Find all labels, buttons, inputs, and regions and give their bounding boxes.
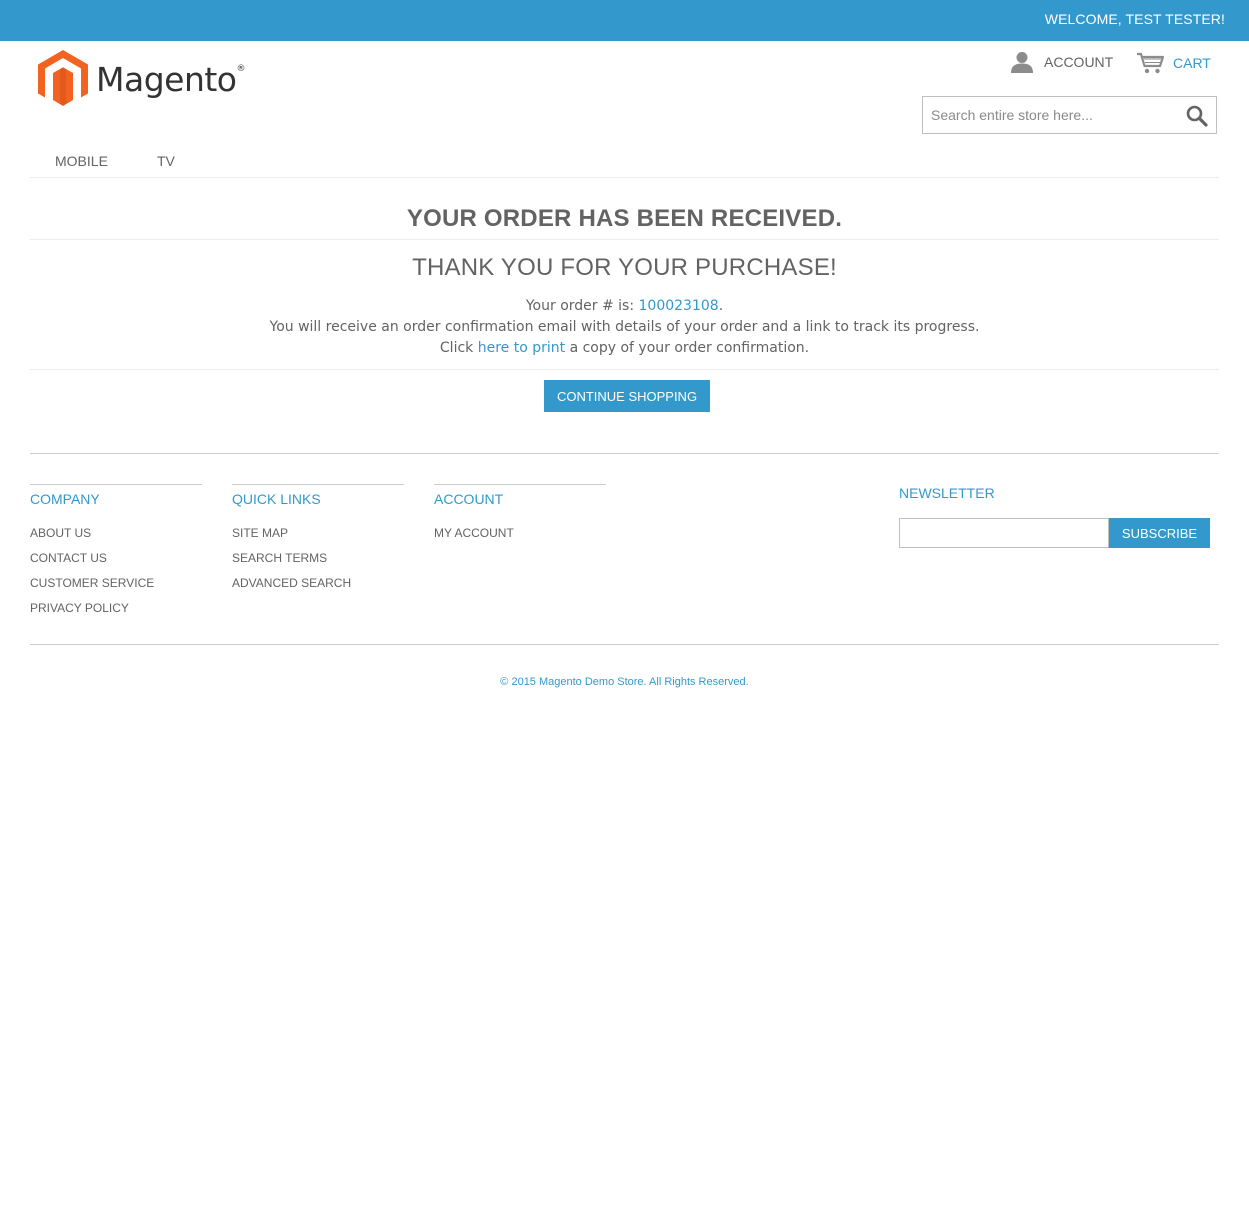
continue-shopping-button[interactable]: CONTINUE SHOPPING: [544, 380, 710, 412]
footer-column-company: COMPANY ABOUT US CONTACT US CUSTOMER SER…: [30, 484, 202, 621]
main-nav: MOBILE TV: [30, 140, 1219, 178]
footer-column-quick-links: QUICK LINKS SITE MAP SEARCH TERMS ADVANC…: [232, 484, 404, 596]
footer-link-customer-service[interactable]: CUSTOMER SERVICE: [30, 576, 154, 590]
divider: [30, 239, 1219, 240]
footer-link-privacy-policy[interactable]: PRIVACY POLICY: [30, 601, 129, 615]
footer-heading: COMPANY: [30, 491, 100, 507]
footer-link-advanced-search[interactable]: ADVANCED SEARCH: [232, 576, 351, 590]
account-link[interactable]: ACCOUNT: [1010, 51, 1113, 73]
account-label: ACCOUNT: [1044, 54, 1114, 70]
print-link[interactable]: here to print: [478, 340, 565, 356]
cart-label: CART: [1173, 55, 1211, 71]
page-title: YOUR ORDER HAS BEEN RECEIVED.: [406, 205, 843, 232]
welcome-message: WELCOME, TEST TESTER!: [1044, 11, 1225, 27]
footer-link-about-us[interactable]: ABOUT US: [30, 526, 91, 540]
search-input[interactable]: [931, 103, 1171, 127]
search-button[interactable]: [1186, 105, 1208, 127]
search-box: [922, 96, 1217, 134]
cart-icon: [1137, 52, 1165, 74]
footer-divider: [30, 644, 1219, 645]
subscribe-button[interactable]: SUBSCRIBE: [1109, 518, 1210, 548]
footer-link-contact-us[interactable]: CONTACT US: [30, 551, 107, 565]
footer-heading: ACCOUNT: [434, 491, 504, 507]
footer-heading: QUICK LINKS: [232, 491, 321, 507]
nav-item-tv[interactable]: TV: [157, 153, 175, 169]
footer-link-my-account[interactable]: MY ACCOUNT: [434, 526, 514, 540]
magnifier-icon: [1186, 105, 1208, 127]
person-icon: [1011, 52, 1033, 73]
newsletter-heading: NEWSLETTER: [899, 485, 995, 501]
confirmation-email-text: You will receive an order confirmation e…: [269, 319, 980, 335]
order-number-line: Your order # is: 100023108.: [525, 298, 724, 314]
thank-you-heading: THANK YOU FOR YOUR PURCHASE!: [412, 254, 837, 281]
divider: [30, 369, 1219, 370]
store-logo[interactable]: Magento®: [38, 50, 245, 108]
footer-link-site-map[interactable]: SITE MAP: [232, 526, 288, 540]
newsletter-email-input[interactable]: [899, 518, 1109, 548]
nav-item-mobile[interactable]: MOBILE: [55, 153, 108, 169]
magento-logo-icon: [38, 50, 88, 106]
top-bar: WELCOME, TEST TESTER!: [0, 0, 1249, 41]
print-line: Click here to print a copy of your order…: [439, 340, 810, 356]
cart-link[interactable]: CART: [1136, 51, 1211, 75]
logo-wordmark: Magento®: [96, 59, 245, 99]
copyright-text: © 2015 Magento Demo Store. All Rights Re…: [500, 676, 749, 688]
footer-divider: [30, 453, 1219, 454]
footer-column-account: ACCOUNT MY ACCOUNT: [434, 484, 606, 546]
order-number-link[interactable]: 100023108: [639, 298, 719, 314]
footer-link-search-terms[interactable]: SEARCH TERMS: [232, 551, 327, 565]
